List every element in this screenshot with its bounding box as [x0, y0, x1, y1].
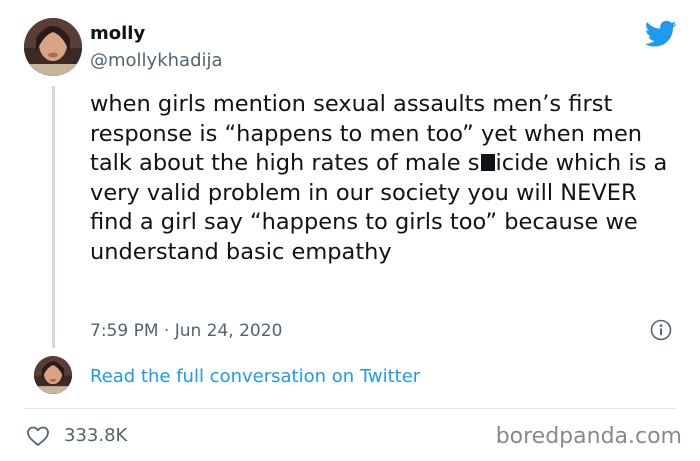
- tweet-timestamp[interactable]: 7:59 PM · Jun 24, 2020: [90, 320, 282, 342]
- avatar-photo-small: [34, 356, 72, 394]
- thread-connector-line: [52, 86, 55, 348]
- avatar-photo: [24, 18, 82, 76]
- author-avatar[interactable]: [24, 18, 82, 76]
- info-icon[interactable]: [650, 319, 672, 341]
- like-count[interactable]: 333.8K: [64, 425, 127, 447]
- tweet-body: when girls mention sexual assaults men’s…: [90, 90, 680, 267]
- author-display-name[interactable]: molly: [90, 22, 145, 46]
- divider: [24, 408, 676, 409]
- twitter-bird-icon[interactable]: [645, 20, 677, 48]
- author-handle[interactable]: @mollykhadija: [90, 49, 223, 73]
- heart-icon[interactable]: [26, 425, 50, 447]
- author-avatar-small[interactable]: [34, 356, 72, 394]
- read-conversation-link[interactable]: Read the full conversation on Twitter: [90, 366, 420, 388]
- watermark: boredpanda.com: [495, 424, 682, 449]
- redaction-block: [480, 154, 495, 171]
